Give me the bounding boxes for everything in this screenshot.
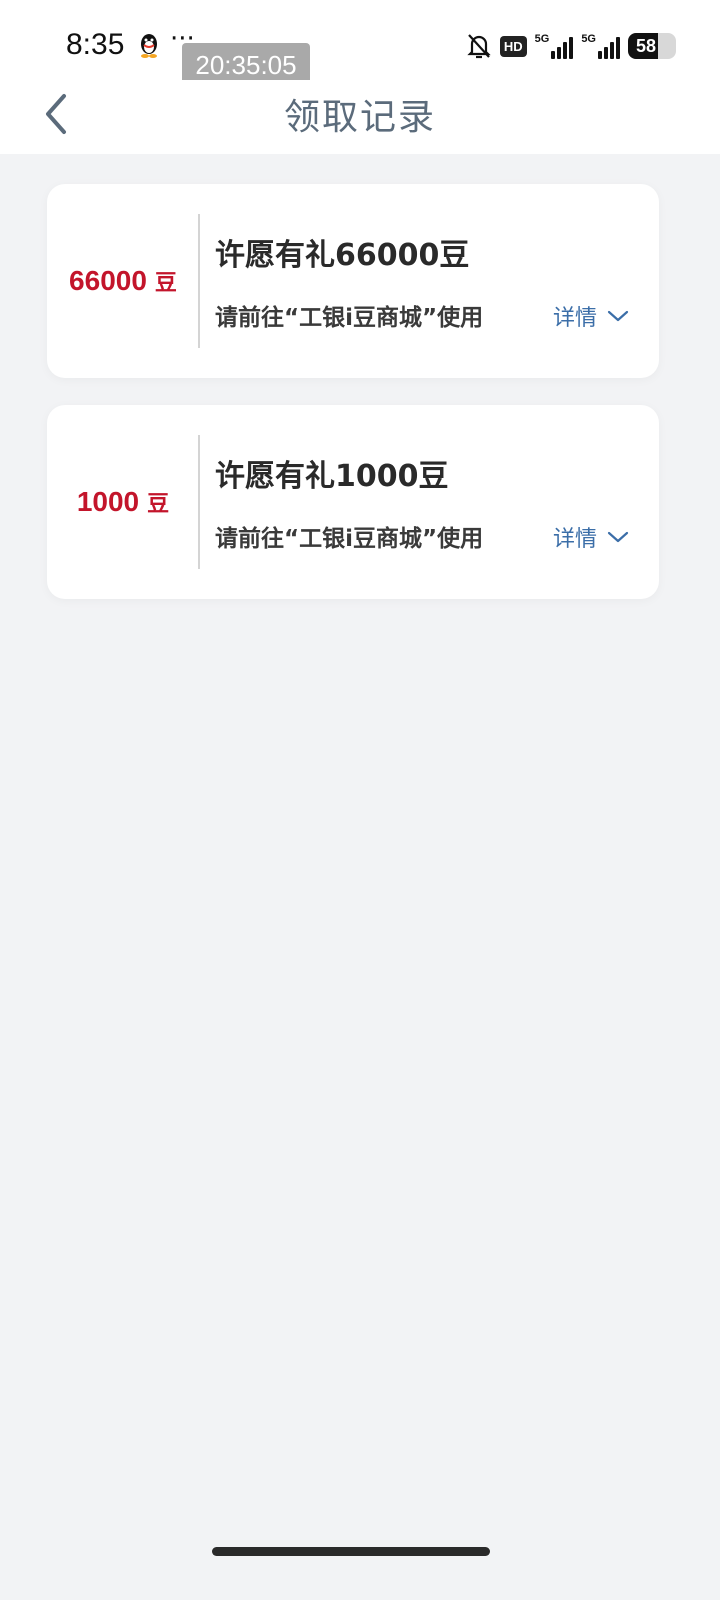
amount-value: 66000 <box>69 265 147 296</box>
battery-icon: 58 <box>628 33 676 59</box>
record-description: 请前往“工银i豆商城”使用 <box>215 305 484 331</box>
amount-unit: 豆 <box>147 492 170 517</box>
card-divider <box>198 214 200 348</box>
status-bar: 8:35 ··· 20:35:05 HD 5G 5G 58 <box>0 0 720 90</box>
signal-5g-icon-2: 5G <box>581 33 620 59</box>
mute-bell-icon <box>467 34 491 59</box>
detail-toggle[interactable]: 详情 <box>553 300 629 332</box>
detail-label: 详情 <box>553 527 598 552</box>
chevron-down-icon <box>607 531 629 543</box>
qq-penguin-icon <box>141 34 157 58</box>
detail-label: 详情 <box>553 306 598 331</box>
amount-unit: 豆 <box>154 271 177 296</box>
status-time: 8:35 <box>66 28 125 61</box>
status-icons: HD 5G 5G 58 <box>466 30 676 62</box>
record-card: 66000 豆 许愿有礼66000豆 请前往“工银i豆商城”使用 详情 <box>47 184 659 378</box>
hd-voice-icon: HD <box>499 35 527 57</box>
record-title: 许愿有礼1000豆 <box>215 459 449 494</box>
detail-toggle[interactable]: 详情 <box>553 521 629 553</box>
amount-value: 1000 <box>76 486 140 517</box>
chevron-down-icon <box>607 310 629 322</box>
battery-level: 58 <box>636 36 657 56</box>
record-card: 1000 豆 许愿有礼1000豆 请前往“工银i豆商城”使用 详情 <box>47 405 659 599</box>
record-amount: 1000 豆 <box>47 405 199 599</box>
card-divider <box>198 435 200 569</box>
record-title: 许愿有礼66000豆 <box>215 238 470 273</box>
page-title: 领取记录 <box>283 97 436 138</box>
record-description: 请前往“工银i豆商城”使用 <box>215 526 484 552</box>
record-amount: 66000 豆 <box>47 184 199 378</box>
nav-bar: 领取记录 <box>0 80 720 154</box>
signal-5g-icon-1: 5G <box>535 33 574 59</box>
home-indicator[interactable] <box>212 1547 490 1556</box>
